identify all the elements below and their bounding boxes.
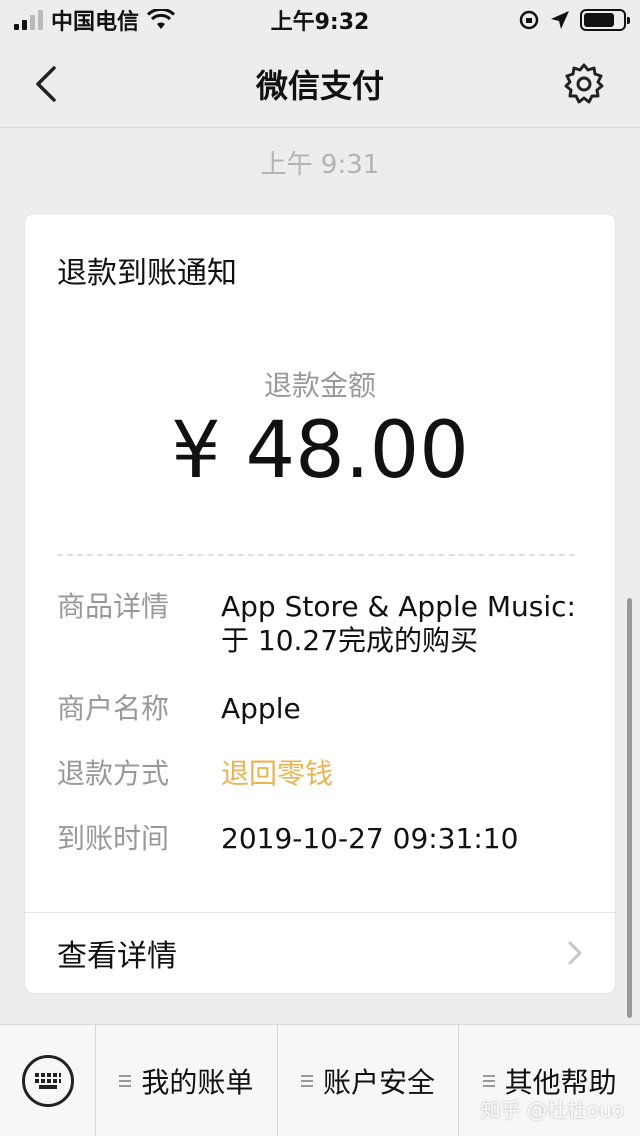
row-product-detail: 商品详情 App Store & Apple Music: 于 10.27完成的…	[57, 590, 585, 658]
keyboard-toggle-button[interactable]	[0, 1025, 96, 1136]
menu-label: 账户安全	[323, 1065, 436, 1099]
row-refund-method: 退款方式 退回零钱	[57, 757, 585, 791]
status-bar: 中国电信 上午9:32	[0, 0, 640, 40]
amount-value: ¥ 48.00	[171, 406, 469, 496]
page-title: 微信支付	[255, 66, 384, 105]
row-value: 2019-10-27 09:31:10	[221, 822, 519, 855]
menu-account-security[interactable]: 账户安全	[278, 1025, 460, 1136]
row-key: 商品详情	[57, 590, 170, 623]
carrier-label: 中国电信	[51, 10, 140, 35]
chevron-left-icon[interactable]	[28, 62, 68, 106]
view-details-link[interactable]: 查看详情	[25, 913, 615, 993]
battery-icon	[580, 9, 630, 31]
refund-card: 退款到账通知 退款金额 ¥ 48.00 商品详情 App Store & App…	[24, 213, 616, 994]
card-title: 退款到账通知	[57, 256, 237, 291]
menu-my-bills[interactable]: 我的账单	[96, 1025, 278, 1136]
menu-lines-icon	[301, 1074, 313, 1087]
scrollbar[interactable]	[627, 598, 632, 1018]
row-key: 退款方式	[57, 757, 170, 790]
row-value: 退回零钱	[221, 757, 334, 790]
amount-label: 退款金额	[263, 369, 376, 402]
message-timestamp: 上午 9:31	[260, 150, 380, 180]
status-left: 中国电信	[14, 4, 176, 36]
row-key: 到账时间	[57, 822, 170, 855]
view-details-label: 查看详情	[57, 939, 177, 974]
chevron-right-icon	[568, 941, 582, 965]
menu-lines-icon	[119, 1074, 132, 1087]
rotation-lock-icon	[519, 10, 539, 30]
dashed-divider	[57, 554, 575, 556]
location-icon	[551, 11, 569, 29]
signal-icon	[14, 10, 43, 30]
row-value: App Store & Apple Music: 于 10.27完成的购买	[221, 590, 585, 658]
gear-icon[interactable]	[562, 62, 606, 106]
row-arrival-time: 到账时间 2019-10-27 09:31:10	[57, 822, 585, 856]
row-key: 商户名称	[57, 692, 170, 725]
row-value: Apple	[221, 692, 301, 725]
row-value-line1: App Store & Apple Music:	[221, 590, 576, 623]
keyboard-icon	[21, 1055, 74, 1107]
wifi-icon	[147, 9, 176, 29]
status-right	[518, 9, 630, 31]
row-merchant: 商户名称 Apple	[57, 692, 585, 726]
menu-label: 我的账单	[141, 1065, 254, 1099]
nav-bar: 微信支付	[0, 40, 640, 128]
watermark: 知乎 @杜杜ouo	[480, 1098, 624, 1122]
menu-lines-icon	[482, 1074, 495, 1087]
row-value-line2: 于 10.27完成的购买	[221, 624, 479, 657]
